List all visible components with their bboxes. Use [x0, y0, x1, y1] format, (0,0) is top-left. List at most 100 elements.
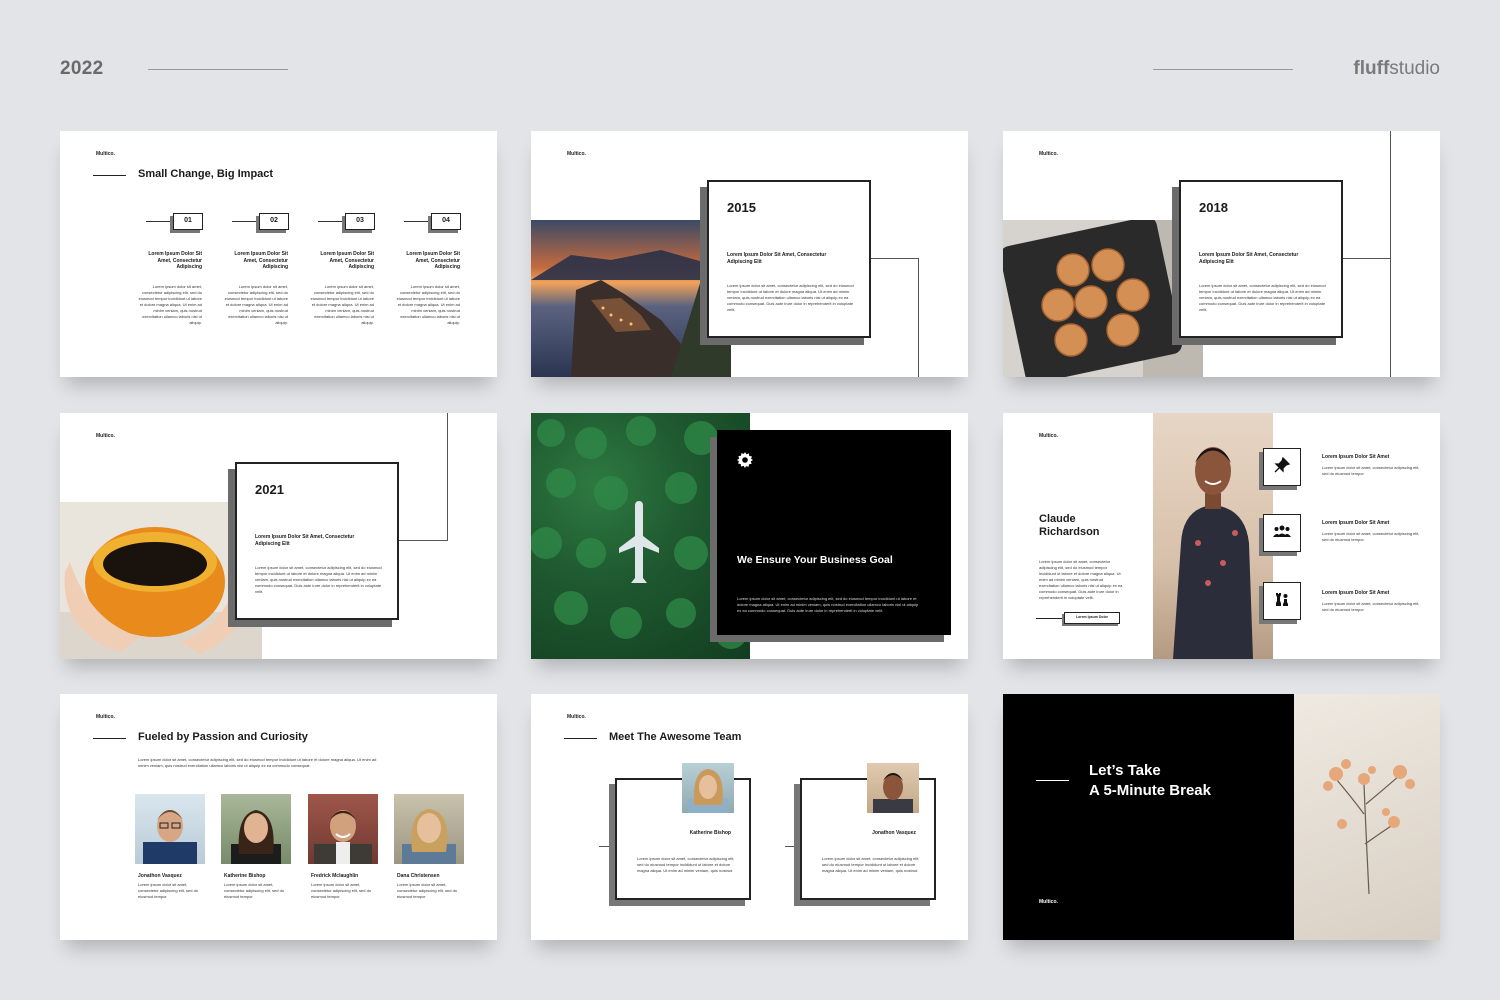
slide-logo: Multico.: [96, 151, 115, 157]
man-portrait-photo: [1153, 413, 1273, 659]
person-photo: [394, 794, 464, 864]
member-photo: [682, 763, 734, 813]
profile-button[interactable]: Lorem Ipsum Dolor: [1064, 612, 1120, 624]
title-rule: [1036, 780, 1069, 781]
step-number: 03: [345, 213, 375, 230]
person-body: Lorem ipsum dolor sit amet, consectetur …: [311, 882, 372, 899]
slide-2021[interactable]: Multico. 2021 Lorem Ipsum Dolor Sit Amet…: [60, 413, 497, 659]
member-body: Lorem ipsum dolor sit amet, consectetur …: [822, 856, 920, 873]
step-number: 01: [173, 213, 203, 230]
slide-logo: Multico.: [567, 714, 586, 720]
person-photo: [221, 794, 291, 864]
slide-business-goal[interactable]: We Ensure Your Business Goal Lorem ipsum…: [531, 413, 968, 659]
slide-logo: Multico.: [96, 714, 115, 720]
feature-body: Lorem ipsum dolor sit amet, consectetur …: [1322, 531, 1420, 542]
slide-profile[interactable]: Multico. Claude Richardson Lorem ipsum d…: [1003, 413, 1440, 659]
person-photo: [308, 794, 378, 864]
slide-title: Small Change, Big Impact: [138, 168, 274, 180]
slide-logo: Multico.: [1039, 433, 1058, 439]
step-number: 02: [259, 213, 289, 230]
step-line: [146, 221, 172, 222]
timeline-card: 2018 Lorem Ipsum Dolor Sit Amet, Consect…: [1179, 180, 1343, 338]
feature-title: Lorem Ipsum Dolor Sit Amet: [1322, 590, 1390, 596]
step-body: Lorem ipsum dolor sit amet, consectetur …: [138, 284, 202, 325]
connector-line: [918, 258, 919, 377]
coastal-town-photo: [531, 220, 731, 377]
slide-break[interactable]: Let’s Take A 5-Minute Break Multico.: [1003, 694, 1440, 940]
connector-line: [1390, 131, 1391, 377]
member-name: Katherine Bishop: [689, 830, 731, 836]
member-name: Jonathon Vasquez: [872, 830, 916, 836]
step-body: Lorem ipsum dolor sit amet, consectetur …: [310, 284, 374, 325]
coffee-cup-photo: [60, 502, 262, 659]
member-body: Lorem ipsum dolor sit amet, consectetur …: [637, 856, 735, 873]
person-body: Lorem ipsum dolor sit amet, consectetur …: [224, 882, 285, 899]
step-body: Lorem ipsum dolor sit amet, consectetur …: [396, 284, 460, 325]
feature-title: Lorem Ipsum Dolor Sit Amet: [1322, 454, 1390, 460]
title-rule: [93, 175, 126, 176]
feature-icon-box: [1263, 582, 1301, 620]
step-line: [318, 221, 344, 222]
person-name: Katherine Bishop: [224, 873, 266, 879]
dried-flower-photo: [1294, 694, 1440, 940]
card-year: 2015: [727, 200, 756, 215]
profile-bio: Lorem ipsum dolor sit amet, consectetur …: [1039, 559, 1123, 600]
person-name: Jonathon Vasquez: [138, 873, 182, 879]
step-line: [404, 221, 430, 222]
step-title: Lorem Ipsum Dolor Sit Amet, Consectetur …: [320, 251, 374, 270]
card-year: 2021: [255, 482, 284, 497]
member-photo: [867, 763, 919, 813]
header-divider-right: [1153, 69, 1293, 70]
card-subtitle: Lorem Ipsum Dolor Sit Amet, Consectetur …: [255, 534, 355, 547]
brand-logo: fluffstudio: [1353, 58, 1440, 79]
timeline-card: 2015 Lorem Ipsum Dolor Sit Amet, Consect…: [707, 180, 871, 338]
slide-logo: Multico.: [567, 151, 586, 157]
slide-2015[interactable]: Multico. 2015 Lorem Ipsum Dolor Sit Amet…: [531, 131, 968, 377]
slide-team[interactable]: Multico. Meet The Awesome Team Katherine…: [531, 694, 968, 940]
card-subtitle: Lorem Ipsum Dolor Sit Amet, Consectetur …: [1199, 252, 1299, 265]
card-body: Lorem ipsum dolor sit amet, consectetur …: [255, 565, 382, 594]
person-photo: [135, 794, 205, 864]
timeline-card: 2021 Lorem Ipsum Dolor Sit Amet, Consect…: [235, 462, 399, 620]
person-body: Lorem ipsum dolor sit amet, consectetur …: [397, 882, 458, 899]
button-rule: [1036, 618, 1064, 619]
title-rule: [564, 738, 597, 739]
muffins-photo: [1003, 220, 1203, 377]
step-body: Lorem ipsum dolor sit amet, consectetur …: [224, 284, 288, 325]
person-name: Fredrick Mclaughlin: [311, 873, 359, 879]
slide-title: Meet The Awesome Team: [609, 731, 742, 743]
slide-2018[interactable]: Multico. 2018 Lorem Ipsum Dolor Sit Amet…: [1003, 131, 1440, 377]
slide-intro: Lorem ipsum dolor sit amet, consectetur …: [138, 757, 377, 768]
goal-panel: We Ensure Your Business Goal Lorem ipsum…: [717, 430, 951, 635]
step-title: Lorem Ipsum Dolor Sit Amet, Consectetur …: [234, 251, 288, 270]
title-rule: [93, 738, 126, 739]
card-body: Lorem ipsum dolor sit amet, consectetur …: [1199, 283, 1326, 312]
profile-name: Claude Richardson: [1039, 513, 1100, 538]
gear-icon: [737, 452, 753, 468]
card-subtitle: Lorem Ipsum Dolor Sit Amet, Consectetur …: [727, 252, 827, 265]
person-name: Dana Christensen: [397, 873, 440, 879]
person-body: Lorem ipsum dolor sit amet, consectetur …: [138, 882, 199, 899]
step-title: Lorem Ipsum Dolor Sit Amet, Consectetur …: [148, 251, 202, 270]
slide-logo: Multico.: [1039, 151, 1058, 157]
step-line: [232, 221, 258, 222]
card-year: 2018: [1199, 200, 1228, 215]
feature-body: Lorem ipsum dolor sit amet, consectetur …: [1322, 601, 1420, 612]
connector-line: [447, 413, 448, 541]
year-label: 2022: [60, 58, 104, 79]
step-title: Lorem Ipsum Dolor Sit Amet, Consectetur …: [406, 251, 460, 270]
step-number: 04: [431, 213, 461, 230]
slide-logo: Multico.: [1039, 899, 1058, 905]
feature-icon-box: [1263, 448, 1301, 486]
slide-title: Fueled by Passion and Curiosity: [138, 731, 308, 743]
goal-title: We Ensure Your Business Goal: [737, 554, 893, 566]
slide-passion[interactable]: Multico. Fueled by Passion and Curiosity…: [60, 694, 497, 940]
chess-icon: [1274, 591, 1290, 612]
card-body: Lorem ipsum dolor sit amet, consectetur …: [727, 283, 854, 312]
slide-logo: Multico.: [96, 433, 115, 439]
feature-title: Lorem Ipsum Dolor Sit Amet: [1322, 520, 1390, 526]
slide-small-change[interactable]: Multico. Small Change, Big Impact 01 Lor…: [60, 131, 497, 377]
group-icon: [1273, 524, 1291, 543]
goal-body: Lorem ipsum dolor sit amet, consectetur …: [737, 596, 919, 613]
feature-icon-box: [1263, 514, 1301, 552]
